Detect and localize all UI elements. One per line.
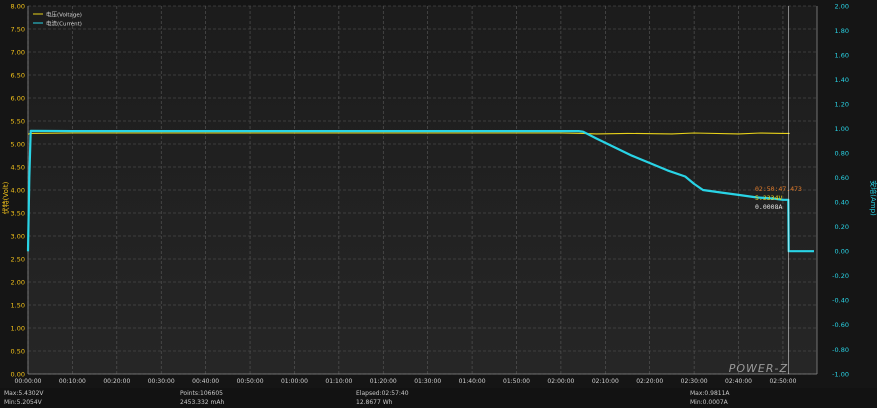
left-tick-label: 1.50 (11, 301, 25, 309)
right-tick-label: 1.60 (835, 51, 849, 59)
right-tick-label: 1.80 (835, 27, 849, 35)
right-tick-label: 2.00 (835, 2, 849, 10)
points-count: Points:106605 (180, 390, 223, 397)
power-z-chart-window: 0.00 0.50 1.00 1.50 2.00 2.50 3.00 3.50 4.00 4.50… (0, 0, 877, 408)
left-tick-label: 2.00 (11, 278, 25, 286)
left-tick-label: 6.00 (11, 94, 25, 102)
right-tick-label: 1.00 (835, 125, 849, 133)
right-tick-label: -1.00 (832, 370, 849, 378)
right-tick-label: 1.40 (835, 76, 849, 84)
left-tick-label: 0.50 (11, 347, 25, 355)
right-tick-label: -0.80 (832, 346, 849, 354)
x-tick-label: 00:50:00 (237, 378, 264, 385)
x-tick-label: 02:20:00 (636, 378, 663, 385)
x-tick-label: 00:20:00 (103, 378, 130, 385)
right-tick-label: 0.80 (835, 150, 849, 158)
x-tick-label: 00:30:00 (148, 378, 175, 385)
x-tick-label: 02:40:00 (725, 378, 752, 385)
left-tick-label: 7.50 (11, 25, 25, 33)
right-axis-label: 安培(Amp) (869, 180, 877, 216)
left-tick-label: 3.00 (11, 232, 25, 240)
cursor-time: 02:50:47.473 (755, 185, 802, 193)
left-tick-label: 1.00 (11, 324, 25, 332)
x-tick-label: 00:40:00 (192, 378, 219, 385)
x-tick-label: 00:00:00 (15, 378, 42, 385)
left-tick-label: 6.50 (11, 71, 25, 79)
cursor-voltage: 5.2334V (755, 194, 782, 202)
min-voltage: Min:5.2054V (4, 399, 43, 406)
energy-wh: 12.8677 Wh (356, 399, 393, 406)
x-tick-label: 01:10:00 (325, 378, 352, 385)
legend-label-current: 电流(Current) (46, 20, 82, 28)
x-tick-label: 02:00:00 (547, 378, 574, 385)
max-voltage: Max:5.4302V (4, 390, 44, 397)
elapsed-time: Elapsed:02:57:40 (356, 390, 409, 397)
x-tick-label: 01:50:00 (503, 378, 530, 385)
left-tick-label: 5.50 (11, 117, 25, 125)
x-tick-label: 02:10:00 (592, 378, 619, 385)
left-tick-label: 3.50 (11, 209, 25, 217)
right-tick-label: 0.40 (835, 199, 849, 207)
left-tick-label: 2.50 (11, 255, 25, 263)
logo-text: POWER-Z (729, 362, 788, 375)
left-tick-label: 5.00 (11, 140, 25, 148)
capacity-mah: 2453.332 mAh (180, 399, 224, 406)
right-tick-label: -0.60 (832, 321, 849, 329)
x-tick-label: 01:00:00 (281, 378, 308, 385)
x-tick-label: 01:20:00 (370, 378, 397, 385)
chart-canvas: 0.00 0.50 1.00 1.50 2.00 2.50 3.00 3.50 4.00 4.50… (0, 0, 877, 408)
footer-stats: Max:5.4302V Min:5.2054V Points:106605 24… (0, 388, 877, 408)
power-z-logo: POWER-Z (729, 362, 788, 375)
left-tick-label: 7.00 (11, 48, 25, 56)
left-tick-label: 4.50 (11, 163, 25, 171)
right-tick-label: 0.20 (835, 223, 849, 231)
cursor-current: 0.0008A (755, 203, 782, 211)
legend-label-voltage: 电压(Voltage) (46, 11, 82, 19)
right-tick-label: 0.00 (835, 248, 849, 256)
left-axis-label: 伏特(Volt) (1, 181, 10, 214)
min-current: Min:0.0007A (690, 399, 729, 406)
right-tick-label: 1.20 (835, 100, 849, 108)
right-tick-label: 0.60 (835, 174, 849, 182)
x-tick-label: 02:30:00 (681, 378, 708, 385)
right-tick-label: -0.40 (832, 297, 849, 305)
x-tick-label: 00:10:00 (59, 378, 86, 385)
x-tick-label: 01:40:00 (459, 378, 486, 385)
x-tick-label: 01:30:00 (414, 378, 441, 385)
max-current: Max:0.9811A (690, 390, 730, 397)
left-tick-label: 4.00 (11, 186, 25, 194)
left-tick-label: 8.00 (11, 2, 25, 10)
x-tick-label: 02:50:00 (769, 378, 796, 385)
right-tick-label: -0.20 (832, 272, 849, 280)
